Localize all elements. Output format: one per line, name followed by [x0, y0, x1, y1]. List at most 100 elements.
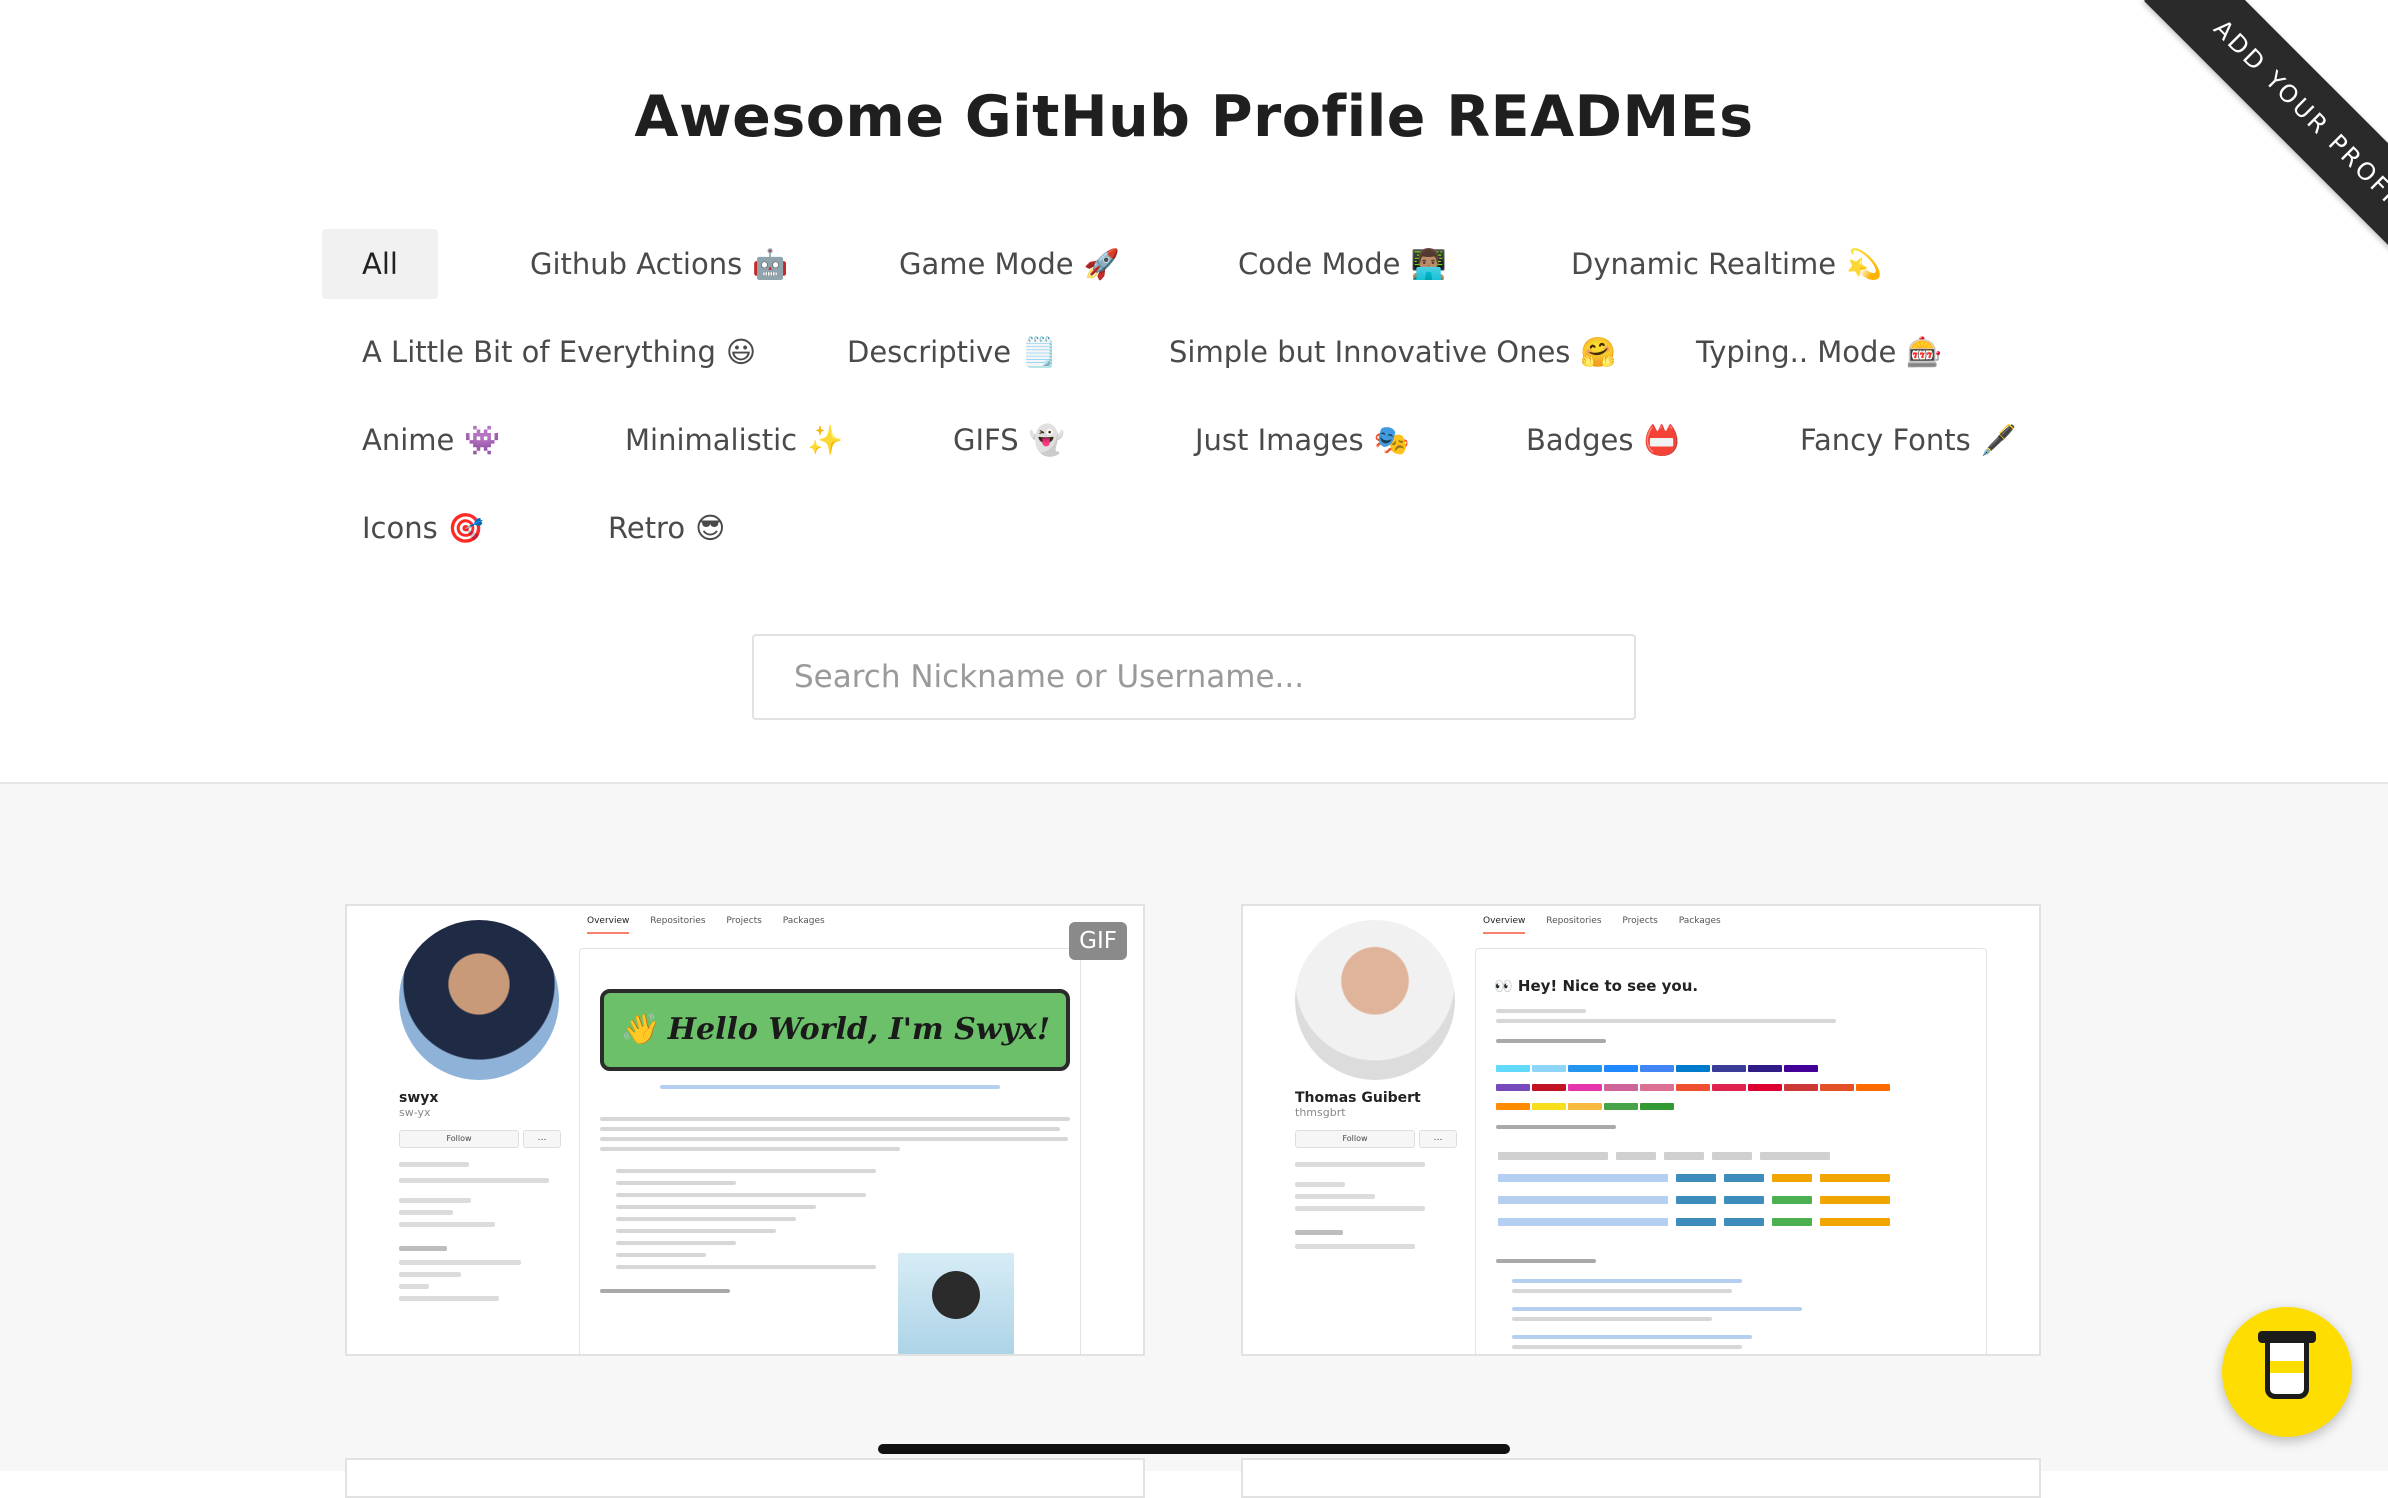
- filter-retro[interactable]: Retro 😎: [608, 493, 725, 563]
- email-line: [1295, 1194, 1375, 1199]
- target-icon: 🎯: [447, 511, 484, 545]
- tech-badges: [1496, 1059, 1892, 1116]
- masks-icon: 🎭: [1373, 423, 1410, 457]
- filter-typing-mode[interactable]: Typing.. Mode 🎰: [1696, 317, 1942, 387]
- list-line: [616, 1205, 816, 1209]
- buy-me-coffee-button[interactable]: [2222, 1307, 2352, 1437]
- gif-badge: GIF: [1069, 922, 1127, 960]
- filter-descriptive[interactable]: Descriptive 🗒️: [847, 317, 1057, 387]
- stats-line: [1295, 1162, 1425, 1167]
- link-line: [1295, 1206, 1425, 1211]
- text-line: [1496, 1019, 1836, 1023]
- filter-label: All: [362, 247, 398, 281]
- filter-code-mode[interactable]: Code Mode 👨🏽‍💻: [1238, 229, 1447, 299]
- hug-icon: 🤗: [1580, 335, 1617, 369]
- filter-label: Badges: [1526, 423, 1634, 457]
- filter-simple-innovative[interactable]: Simple but Innovative Ones 🤗: [1169, 317, 1617, 387]
- highlight-line: [399, 1296, 499, 1301]
- post-link: [1512, 1279, 1742, 1283]
- list-line: [616, 1253, 706, 1257]
- text-line: [1496, 1009, 1586, 1013]
- skills-heading: [600, 1289, 730, 1293]
- filter-label: Fancy Fonts: [1800, 423, 1971, 457]
- add-profile-ribbon-wrap[interactable]: ADD YOUR PROFILE: [2068, 0, 2388, 320]
- profile-tabs: Overview Repositories Projects Packages: [1483, 916, 1739, 934]
- filter-label: Dynamic Realtime: [1571, 247, 1837, 281]
- post-desc: [1512, 1345, 1742, 1349]
- profile-card[interactable]: [1241, 1458, 2041, 1498]
- filter-dynamic-realtime[interactable]: Dynamic Realtime 💫: [1571, 229, 1882, 299]
- smiley-icon: 😃: [725, 335, 757, 369]
- location-line: [1295, 1182, 1345, 1187]
- robot-icon: 🤖: [752, 247, 789, 281]
- header-section: Awesome GitHub Profile READMEs All Githu…: [0, 0, 2388, 784]
- profile-card[interactable]: [345, 1458, 1145, 1498]
- sparkles-icon: ✨: [807, 423, 844, 457]
- pen-icon: 🖋️: [1980, 423, 2017, 457]
- highlights-heading: [1295, 1230, 1343, 1235]
- section-heading: [1496, 1125, 1616, 1129]
- avatar: [399, 920, 559, 1080]
- profile-username: thmsgbrt: [1295, 1106, 1346, 1119]
- profile-card-thmsgbrt[interactable]: Thomas Guibert thmsgbrt Follow … Overvie…: [1241, 904, 2041, 1356]
- section-heading: [1496, 1039, 1606, 1043]
- highlights-heading: [399, 1246, 447, 1251]
- list-line: [616, 1181, 736, 1185]
- list-line: [616, 1265, 876, 1269]
- filter-badges[interactable]: Badges 📛: [1526, 405, 1680, 475]
- filter-label: Simple but Innovative Ones: [1169, 335, 1571, 369]
- text-line: [600, 1137, 1068, 1141]
- filter-little-bit-everything[interactable]: A Little Bit of Everything 😃: [362, 317, 756, 387]
- highlight-line: [399, 1260, 521, 1265]
- tab-overview: Overview: [1483, 916, 1526, 934]
- filter-all[interactable]: All: [322, 229, 438, 299]
- filter-game-mode[interactable]: Game Mode 🚀: [899, 229, 1120, 299]
- filter-github-actions[interactable]: Github Actions 🤖: [530, 229, 788, 299]
- readme-preview: 👀 Hey! Nice to see you.: [1475, 948, 1987, 1354]
- rocket-icon: 🚀: [1083, 247, 1120, 281]
- follow-button: Follow: [1295, 1130, 1415, 1148]
- tab-repositories: Repositories: [650, 916, 706, 926]
- notepad-icon: 🗒️: [1021, 335, 1058, 369]
- add-profile-ribbon[interactable]: ADD YOUR PROFILE: [2144, 0, 2388, 298]
- post-desc: [1512, 1289, 1732, 1293]
- search-input[interactable]: [752, 634, 1636, 720]
- stats-line: [399, 1178, 549, 1183]
- link-line: [399, 1222, 495, 1227]
- text-line: [600, 1117, 1070, 1121]
- filter-label: Icons: [362, 511, 438, 545]
- filter-label: Minimalistic: [625, 423, 798, 457]
- greeting-heading: 👀 Hey! Nice to see you.: [1494, 977, 1699, 995]
- filter-anime[interactable]: Anime 👾: [362, 405, 500, 475]
- filter-label: A Little Bit of Everything: [362, 335, 716, 369]
- list-line: [616, 1193, 866, 1197]
- list-line: [616, 1241, 736, 1245]
- post-link: [1512, 1307, 1802, 1311]
- profile-name: swyx: [399, 1090, 439, 1106]
- text-line: [600, 1127, 1060, 1131]
- list-line: [616, 1217, 796, 1221]
- highlight-line: [399, 1272, 461, 1277]
- follow-button: Follow: [399, 1130, 519, 1148]
- section-heading: [1496, 1259, 1596, 1263]
- octocat-image: [898, 1253, 1014, 1354]
- badge-row: [660, 1085, 1000, 1089]
- filter-icons[interactable]: Icons 🎯: [362, 493, 484, 563]
- dizzy-icon: 💫: [1846, 247, 1883, 281]
- filter-label: Code Mode: [1238, 247, 1401, 281]
- post-desc: [1512, 1317, 1712, 1321]
- tab-repositories: Repositories: [1546, 916, 1602, 926]
- bio-line: [399, 1162, 469, 1167]
- filter-fancy-fonts[interactable]: Fancy Fonts 🖋️: [1800, 405, 2017, 475]
- hello-banner: 👋 Hello World, I'm Swyx!: [600, 989, 1070, 1071]
- profile-name: Thomas Guibert: [1295, 1090, 1421, 1106]
- profile-card-swyx[interactable]: swyx sw-yx Follow … Overview Repositorie…: [345, 904, 1145, 1356]
- readme-preview: 👋 Hello World, I'm Swyx!: [579, 948, 1081, 1354]
- coffee-band-icon: [2270, 1361, 2304, 1373]
- badge-icon: 📛: [1643, 423, 1680, 457]
- filter-gifs[interactable]: GIFS 👻: [953, 405, 1065, 475]
- more-options-icon: …: [1419, 1130, 1457, 1148]
- filter-just-images[interactable]: Just Images 🎭: [1195, 405, 1410, 475]
- tab-projects: Projects: [726, 916, 762, 926]
- filter-minimalistic[interactable]: Minimalistic ✨: [625, 405, 843, 475]
